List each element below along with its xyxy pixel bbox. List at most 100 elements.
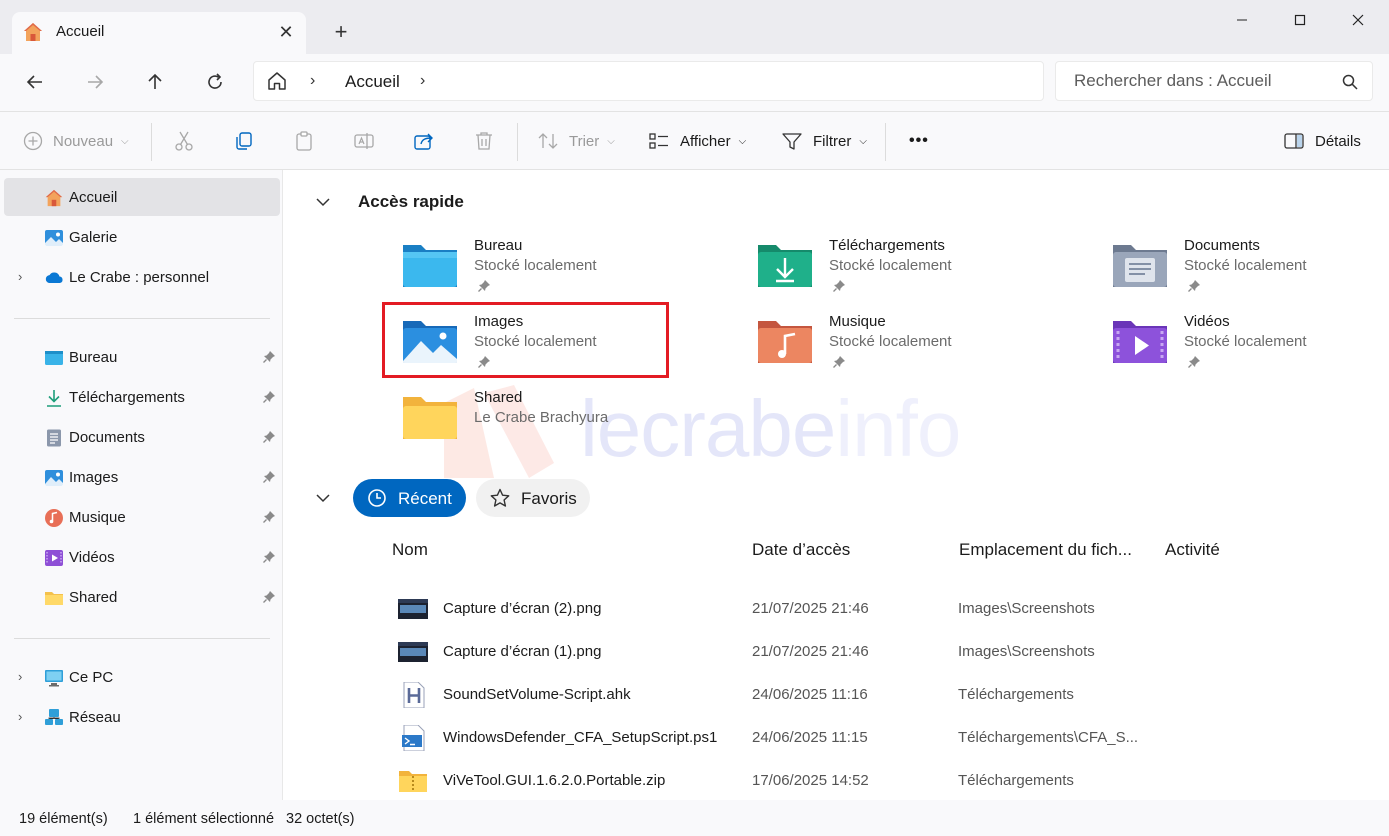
forward-button[interactable] [77,64,113,100]
chevron-down-icon: ⌵ [607,135,615,147]
downloads-icon [47,390,61,407]
chevron-right-icon[interactable]: › [18,669,22,684]
toolbar-divider [517,123,518,161]
chevron-right-icon[interactable]: › [310,72,315,90]
computer-icon [45,670,63,687]
title-bar: Accueil ✕ + [0,0,1389,54]
sidebar-item-onedrive[interactable]: › Le Crabe : personnel [4,258,280,296]
column-header-activity[interactable]: Activité [1165,540,1220,560]
rename-button[interactable] [353,126,375,156]
pin-icon[interactable] [262,590,276,604]
details-button[interactable]: Détails [1283,126,1361,156]
trash-icon [476,132,492,150]
delete-button[interactable] [473,126,495,156]
sidebar-item-label: Documents [69,429,145,446]
arrow-right-icon [88,75,104,89]
chevron-right-icon[interactable]: › [18,269,22,284]
sidebar-item-documents[interactable]: Documents [4,418,280,456]
search-input[interactable] [1074,71,1334,91]
back-button[interactable] [17,64,53,100]
quick-access-tile-telechargements[interactable]: Téléchargements Stocké localement [756,237,1046,307]
column-header-location[interactable]: Emplacement du fich... [959,540,1132,560]
refresh-button[interactable] [197,64,233,100]
home-icon [24,23,42,41]
table-row[interactable]: Capture d’écran (2).png 21/07/2025 21:46… [394,588,1254,628]
breadcrumb-accueil[interactable]: Accueil [345,72,400,92]
sidebar-item-ce-pc[interactable]: › Ce PC [4,658,280,696]
up-button[interactable] [137,64,173,100]
sidebar-item-shared[interactable]: Shared [4,578,280,616]
sidebar-item-label: Shared [69,589,118,606]
sort-button-label: Trier [569,132,600,150]
sort-button[interactable]: Trier ⌵ [537,126,615,156]
tile-name: Bureau [474,237,523,254]
sidebar-item-videos[interactable]: Vidéos [4,538,280,576]
file-name: WindowsDefender_CFA_SetupScript.ps1 [443,729,718,746]
pin-icon[interactable] [832,355,846,369]
tab-favorites[interactable]: Favoris [476,479,590,517]
table-row[interactable]: Capture d’écran (1).png 21/07/2025 21:46… [394,631,1254,671]
tab-close-button[interactable]: ✕ [274,20,298,44]
pin-icon[interactable] [832,279,846,293]
pin-icon[interactable] [262,430,276,444]
close-icon [1352,14,1364,26]
recent-collapse-button[interactable] [311,486,335,510]
tab-recent[interactable]: Récent [353,479,466,517]
pin-icon[interactable] [1187,279,1201,293]
search-icon[interactable] [1341,73,1359,91]
quick-access-tile-documents[interactable]: Documents Stocké localement [1111,237,1389,307]
address-bar[interactable]: › Accueil › [253,61,1044,101]
sidebar-item-accueil[interactable]: Accueil [4,178,280,216]
filter-button[interactable]: Filtrer ⌵ [781,126,867,156]
quick-access-tile-bureau[interactable]: Bureau Stocké localement [401,237,691,307]
quick-access-tile-videos[interactable]: Vidéos Stocké localement [1111,313,1389,383]
sidebar-item-label: Images [69,469,119,486]
copy-icon [236,132,252,150]
paste-button[interactable] [293,126,315,156]
sidebar-item-bureau[interactable]: Bureau [4,338,280,376]
quick-access-collapse-button[interactable] [311,190,335,214]
sidebar-item-reseau[interactable]: › Réseau [4,698,280,736]
minimize-button[interactable] [1213,0,1271,40]
share-button[interactable] [413,126,435,156]
tab-accueil[interactable]: Accueil ✕ [12,12,306,54]
search-box[interactable] [1055,61,1373,101]
quick-access-tile-shared[interactable]: Shared Le Crabe Brachyura [401,389,691,459]
pin-icon[interactable] [262,470,276,484]
command-bar: Nouveau ⌵ Trier ⌵ Afficher ⌵ Filtrer ⌵ •… [0,112,1389,170]
sidebar-item-images[interactable]: Images [4,458,280,496]
tile-subtitle: Stocké localement [829,333,952,350]
chevron-right-icon[interactable]: › [18,709,22,724]
column-header-name[interactable]: Nom [392,540,428,560]
new-button[interactable]: Nouveau ⌵ [23,126,129,156]
maximize-icon [1294,14,1306,26]
file-location: Images\Screenshots [958,643,1095,660]
table-row[interactable]: WindowsDefender_CFA_SetupScript.ps1 24/0… [394,717,1254,757]
close-window-button[interactable] [1329,0,1387,40]
pin-icon[interactable] [477,279,491,293]
downloads-folder-icon [758,245,812,287]
new-tab-button[interactable]: + [326,17,356,47]
table-row[interactable]: ViVeTool.GUI.1.6.2.0.Portable.zip 17/06/… [394,760,1254,800]
cut-button[interactable] [173,126,195,156]
chevron-right-icon[interactable]: › [420,72,425,90]
sidebar-item-galerie[interactable]: Galerie [4,218,280,256]
table-row[interactable]: SoundSetVolume-Script.ahk 24/06/2025 11:… [394,674,1254,714]
column-header-date[interactable]: Date d’accès [752,540,850,560]
sidebar-item-telechargements[interactable]: Téléchargements [4,378,280,416]
more-options-button[interactable]: ••• [909,126,929,156]
maximize-button[interactable] [1271,0,1329,40]
view-button[interactable]: Afficher ⌵ [648,126,746,156]
view-list-icon [649,133,668,149]
pin-icon[interactable] [1187,355,1201,369]
pin-icon[interactable] [262,350,276,364]
copy-button[interactable] [233,126,255,156]
pin-icon[interactable] [262,390,276,404]
quick-access-tile-musique[interactable]: Musique Stocké localement [756,313,1046,383]
documents-icon [47,429,61,447]
content-pane: Accès rapide lecrabeinfo Bureau Stocké l… [284,170,1389,800]
pin-icon[interactable] [262,510,276,524]
sidebar-item-musique[interactable]: Musique [4,498,280,536]
tab-title: Accueil [56,23,105,40]
pin-icon[interactable] [262,550,276,564]
